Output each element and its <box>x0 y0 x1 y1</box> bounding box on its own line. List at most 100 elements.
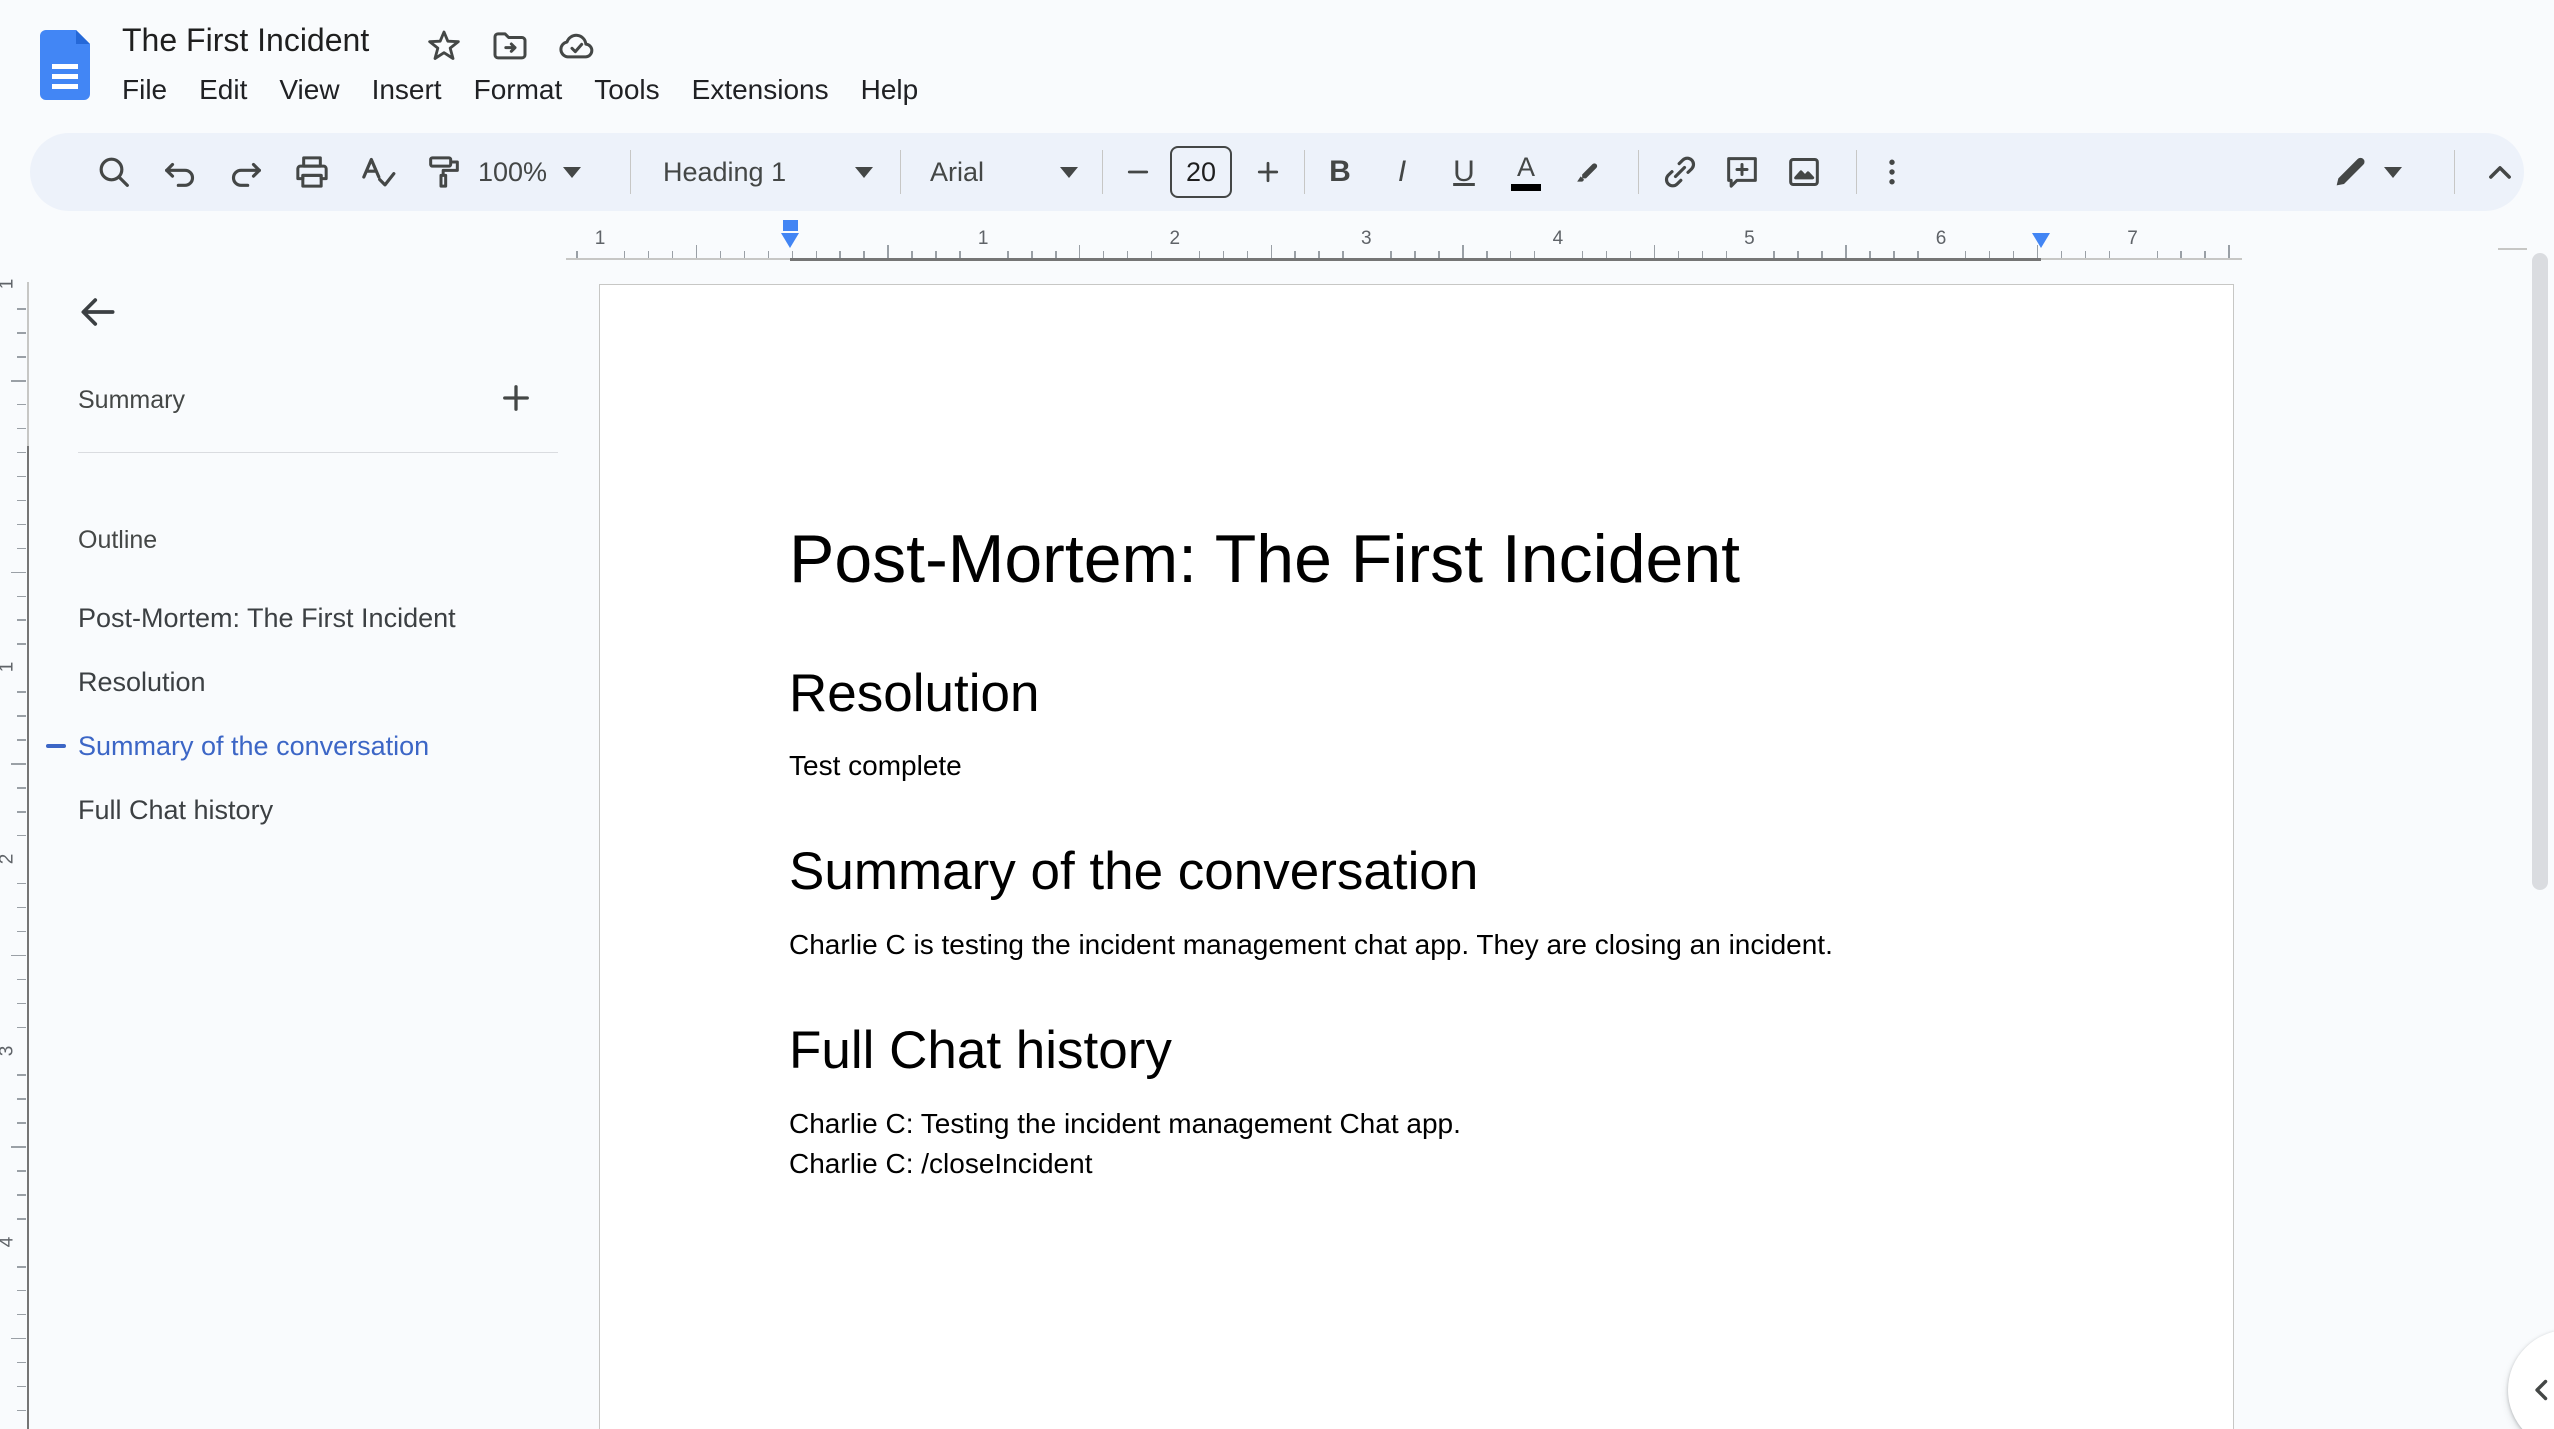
summary-label: Summary <box>78 386 185 414</box>
insert-image-button[interactable] <box>1776 144 1832 200</box>
menu-tools[interactable]: Tools <box>578 70 675 110</box>
underline-button[interactable]: U <box>1436 144 1492 200</box>
menu-extensions[interactable]: Extensions <box>676 70 845 110</box>
horizontal-ruler[interactable]: 1 1 2 3 4 5 6 7 <box>0 212 2554 268</box>
paint-format-icon[interactable] <box>416 144 472 200</box>
doc-body-chat-line1[interactable]: Charlie C: Testing the incident manageme… <box>789 1105 1461 1143</box>
star-icon[interactable] <box>424 26 464 66</box>
italic-button[interactable]: I <box>1374 144 1430 200</box>
style-value: Heading 1 <box>663 156 787 187</box>
google-docs-app: The First Incident File Edit View Insert… <box>0 0 2554 1429</box>
ruler-label: 4 <box>0 1237 18 1248</box>
ruler-label: 4 <box>1552 228 1564 249</box>
ruler-tick <box>17 739 26 741</box>
current-text-color <box>1511 183 1541 191</box>
ruler-tick <box>17 1002 26 1005</box>
add-comment-button[interactable] <box>1714 144 1770 200</box>
zoom-control[interactable]: 100% <box>478 133 582 211</box>
doc-body-test-complete[interactable]: Test complete <box>789 747 962 785</box>
outline-panel: Summary Outline Post-Mortem: The First I… <box>30 268 598 1429</box>
paragraph-style-control[interactable]: Heading 1 <box>663 133 873 211</box>
vertical-scrollbar[interactable] <box>2532 253 2548 890</box>
doc-body-summary[interactable]: Charlie C is testing the incident manage… <box>789 926 1833 964</box>
back-arrow-icon[interactable] <box>70 284 126 340</box>
document-page[interactable]: Post-Mortem: The First Incident Resoluti… <box>599 284 2234 1429</box>
outline-item-resolution[interactable]: Resolution <box>30 650 598 714</box>
undo-icon[interactable] <box>152 144 208 200</box>
move-folder-icon[interactable] <box>490 26 530 66</box>
doc-title[interactable]: The First Incident <box>122 22 369 59</box>
doc-body-chat-line2[interactable]: Charlie C: /closeIncident <box>789 1145 1092 1183</box>
font-family-control[interactable]: Arial <box>930 133 1078 211</box>
ruler-label: 1 <box>977 228 989 249</box>
ruler-label: 5 <box>1744 228 1755 249</box>
print-icon[interactable] <box>284 144 340 200</box>
first-line-indent-marker[interactable] <box>783 220 798 231</box>
ruler-tick <box>17 1218 26 1220</box>
chevron-down-icon <box>1060 166 1078 178</box>
ruler-label: 2 <box>0 854 18 865</box>
ruler-tick <box>17 715 26 717</box>
right-indent-marker[interactable] <box>2032 233 2050 248</box>
increase-font-size-button[interactable] <box>1240 144 1296 200</box>
ruler-tick <box>17 906 26 909</box>
ruler-tick <box>17 308 26 310</box>
edit-mode-pen-icon <box>2336 157 2365 186</box>
menu-file[interactable]: File <box>106 70 183 110</box>
docs-logo-icon[interactable] <box>40 30 90 100</box>
add-summary-icon[interactable] <box>492 374 540 422</box>
spellcheck-icon[interactable] <box>350 144 406 200</box>
doc-heading2-summary[interactable]: Summary of the conversation <box>789 840 1478 904</box>
menu-help[interactable]: Help <box>845 70 935 110</box>
doc-heading2-resolution[interactable]: Resolution <box>789 662 1039 726</box>
vertical-ruler: 1 1 2 3 4 <box>0 268 30 1429</box>
ruler-label: 1 <box>594 228 606 249</box>
menu-edit[interactable]: Edit <box>183 70 263 110</box>
text-color-button[interactable]: A <box>1498 144 1554 200</box>
menu-format[interactable]: Format <box>458 70 579 110</box>
ruler-tick <box>17 691 26 693</box>
ruler-tick <box>11 380 26 382</box>
ruler-tick <box>17 1266 26 1268</box>
ruler-tick <box>17 356 26 358</box>
ruler-tick <box>17 403 26 406</box>
font-size-field[interactable]: 20 <box>1170 146 1232 198</box>
ruler-tick <box>17 930 26 933</box>
ruler-tick <box>11 1337 26 1340</box>
ruler-tick <box>17 332 26 334</box>
ruler-label: 7 <box>2127 228 2138 249</box>
ruler-label: 3 <box>1361 228 1372 249</box>
left-indent-marker[interactable] <box>781 233 799 248</box>
ruler-text-width-line <box>790 258 2041 261</box>
bold-button[interactable]: B <box>1312 144 1368 200</box>
ruler-tick <box>17 1098 26 1100</box>
more-options-icon[interactable] <box>1864 144 1920 200</box>
outline-item-post-mortem[interactable]: Post-Mortem: The First Incident <box>30 586 598 650</box>
doc-heading1[interactable]: Post-Mortem: The First Incident <box>789 519 1740 601</box>
decrease-font-size-button[interactable] <box>1110 144 1166 200</box>
ruler-tick <box>17 882 26 885</box>
search-icon[interactable] <box>86 144 142 200</box>
ruler-tick <box>11 954 26 957</box>
redo-icon[interactable] <box>218 144 274 200</box>
outline-item-summary-of-the-conversation[interactable]: Summary of the conversation <box>30 714 598 778</box>
chevron-down-icon <box>855 166 873 178</box>
outline-item-full-chat-history[interactable]: Full Chat history <box>30 778 598 842</box>
show-side-panel-button[interactable] <box>2508 1330 2554 1429</box>
menu-view[interactable]: View <box>263 70 355 110</box>
ruler-tick <box>17 1385 26 1388</box>
zoom-value: 100% <box>478 156 548 187</box>
ruler-tick <box>11 1146 26 1148</box>
editing-mode-control[interactable] <box>2330 133 2402 211</box>
highlight-color-button[interactable] <box>1560 144 1616 200</box>
doc-heading2-full-chat[interactable]: Full Chat history <box>789 1019 1172 1083</box>
insert-link-button[interactable] <box>1652 144 1708 200</box>
collapse-toolbar-icon[interactable] <box>2472 144 2528 200</box>
cloud-saved-icon[interactable] <box>556 26 596 66</box>
ruler-tick <box>17 834 26 837</box>
ruler-tick <box>11 571 26 574</box>
ruler-tick <box>17 1122 26 1124</box>
menu-insert[interactable]: Insert <box>356 70 458 110</box>
chevron-left-icon <box>2535 1379 2548 1401</box>
ruler-tick <box>17 475 26 478</box>
